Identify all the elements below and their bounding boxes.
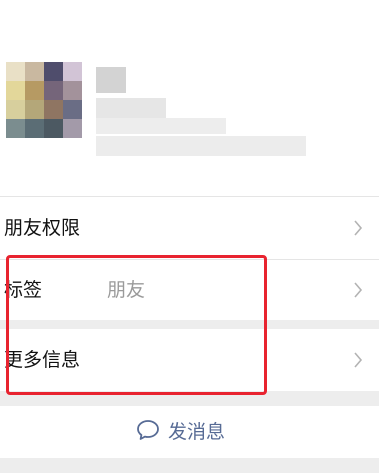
- name-blur: [96, 67, 126, 93]
- avatar-pixel: [44, 100, 63, 119]
- profile-header: [0, 0, 379, 196]
- detail-blur-3: [96, 136, 306, 156]
- avatar-pixel: [63, 62, 82, 81]
- avatar-pixel: [25, 62, 44, 81]
- avatar-pixel: [44, 81, 63, 100]
- avatar-pixel: [63, 119, 82, 138]
- chat-bubble-icon: [136, 419, 160, 445]
- avatar-pixel: [6, 81, 25, 100]
- avatar-pixel: [63, 100, 82, 119]
- avatar-pixel: [6, 62, 25, 81]
- avatar-pixel: [63, 81, 82, 100]
- avatar-pixel: [6, 100, 25, 119]
- send-message-label: 发消息: [168, 421, 226, 443]
- send-message-button[interactable]: 发消息: [0, 406, 379, 458]
- chevron-right-icon: [353, 220, 363, 236]
- chevron-right-icon: [353, 282, 363, 298]
- row-friend-permissions[interactable]: 朋友权限: [0, 197, 379, 259]
- row-label: 朋友权限: [4, 217, 81, 239]
- chevron-right-icon: [353, 352, 363, 368]
- avatar-pixel: [25, 119, 44, 138]
- detail-blur-1: [96, 98, 166, 118]
- avatar-pixel: [25, 100, 44, 119]
- avatar[interactable]: [6, 62, 82, 138]
- avatar-pixel: [25, 81, 44, 100]
- avatar-pixel: [44, 119, 63, 138]
- detail-blur-2: [96, 118, 226, 134]
- highlight-annotation: [6, 255, 267, 395]
- avatar-pixel: [6, 119, 25, 138]
- avatar-pixel: [44, 62, 63, 81]
